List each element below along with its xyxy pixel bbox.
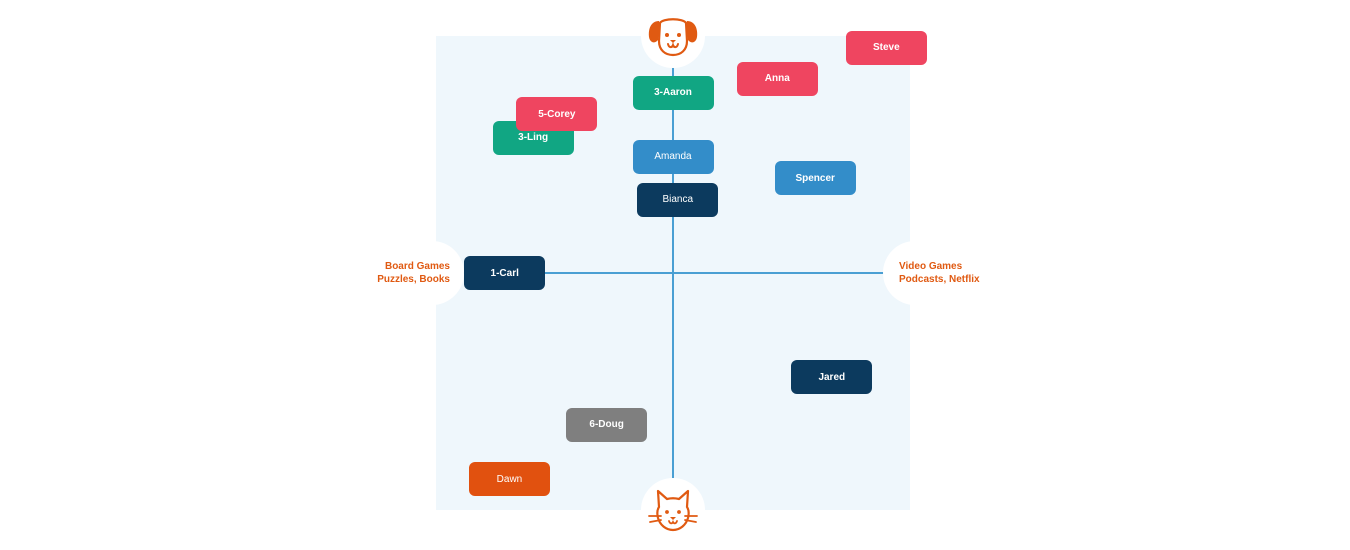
left-axis-label-line2: Puzzles, Books: [377, 274, 450, 285]
right-axis-label-line1: Video Games: [899, 261, 963, 272]
left-axis-label: Board Games Puzzles, Books: [377, 260, 450, 286]
right-axis-label: Video Games Podcasts, Netflix: [899, 260, 980, 286]
person-node-corey[interactable]: 5-Corey: [516, 97, 598, 132]
vertical-axis-line: [672, 60, 674, 480]
person-node-dawn[interactable]: Dawn: [468, 462, 550, 497]
left-axis-label-line1: Board Games: [384, 261, 450, 272]
right-axis-label-line2: Podcasts, Netflix: [899, 274, 980, 285]
dog-icon: [648, 18, 698, 57]
person-node-steve[interactable]: Steve: [845, 30, 927, 65]
cat-icon: [648, 489, 698, 532]
person-node-doug[interactable]: 6-Doug: [566, 407, 648, 442]
person-node-aaron[interactable]: 3-Aaron: [632, 75, 714, 110]
person-node-spencer[interactable]: Spencer: [774, 161, 856, 196]
person-node-amanda[interactable]: Amanda: [632, 139, 714, 174]
top-pole: [641, 4, 705, 68]
person-node-carl[interactable]: 1-Carl: [464, 256, 546, 290]
person-node-bianca[interactable]: Bianca: [637, 182, 719, 217]
bottom-pole: [641, 478, 705, 542]
person-node-jared[interactable]: Jared: [791, 360, 873, 395]
person-node-anna[interactable]: Anna: [736, 61, 818, 96]
